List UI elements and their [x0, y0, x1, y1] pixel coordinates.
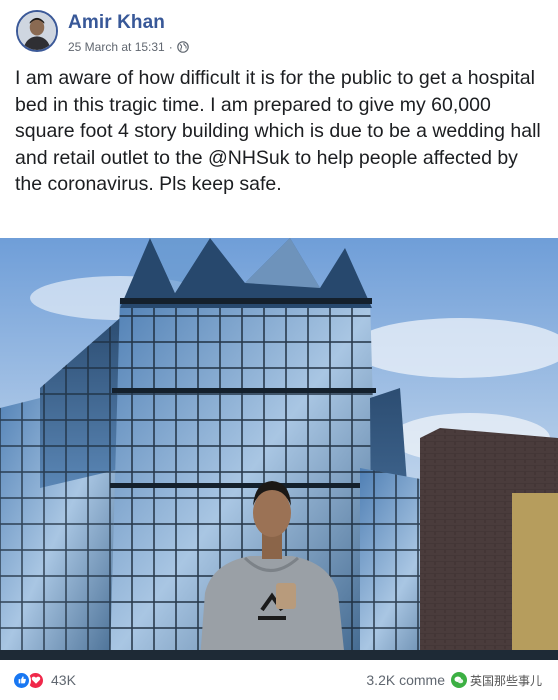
reaction-count: 43K — [51, 672, 76, 688]
post-header: Amir Khan 25 March at 15:31 · — [0, 0, 558, 62]
wechat-logo-icon — [450, 672, 467, 688]
reaction-icons — [12, 670, 45, 690]
watermark: 英国那些事儿 — [448, 669, 546, 691]
post-photo[interactable] — [0, 238, 558, 660]
comments-summary[interactable]: 3.2K comme 英国那些事儿 — [366, 669, 546, 691]
watermark-text: 英国那些事儿 — [469, 673, 542, 688]
building-photo-illustration — [0, 238, 558, 660]
avatar[interactable] — [16, 10, 58, 52]
post-text: I am aware of how difficult it is for th… — [15, 67, 541, 195]
post-meta: 25 March at 15:31 · — [68, 40, 189, 54]
post-footer: 43K 3.2K comme 英国那些事儿 — [0, 660, 558, 700]
comments-count[interactable]: 3.2K comme — [366, 672, 445, 688]
like-icon — [12, 670, 31, 690]
reactions-summary[interactable]: 43K — [12, 670, 76, 690]
meta-separator: · — [168, 40, 173, 54]
post-timestamp[interactable]: 25 March at 15:31 — [68, 40, 165, 54]
author-name[interactable]: Amir Khan — [68, 12, 165, 34]
avatar-photo — [18, 12, 56, 50]
globe-icon — [176, 41, 189, 53]
